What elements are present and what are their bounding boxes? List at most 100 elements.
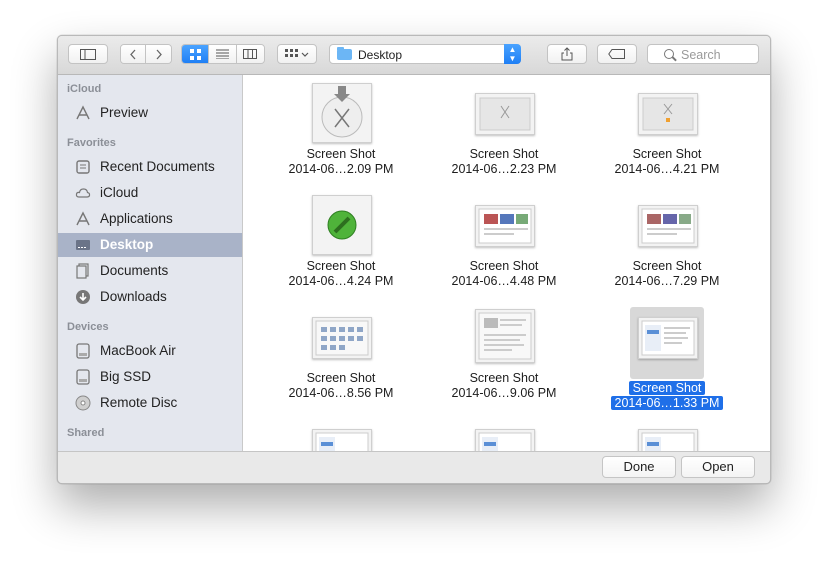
file-name: Screen Shot 2014-06…8.56 PM — [288, 371, 394, 400]
screenshot-thumbnail — [638, 205, 698, 247]
sidebar-item-documents[interactable]: Documents — [58, 259, 242, 283]
applications-icon — [75, 211, 91, 227]
done-button[interactable]: Done — [602, 456, 676, 478]
dialog-button-bar: Done Open — [58, 451, 770, 483]
sidebar-item-label: Documents — [100, 263, 169, 278]
arrange-button[interactable] — [277, 44, 317, 64]
disk-icon — [75, 369, 91, 385]
back-button[interactable] — [121, 45, 147, 63]
screenshot-thumbnail — [475, 93, 535, 135]
icon-view-button[interactable] — [182, 45, 210, 63]
path-popup[interactable]: Desktop ▲ ▼ — [329, 44, 521, 64]
sidebar-item-label: Preview — [100, 105, 149, 120]
open-file-dialog: Desktop ▲ ▼ Search iCloud Preview Favorit… — [57, 35, 771, 484]
file-item-selected[interactable]: Screen Shot 2014-06…1.33 PM — [592, 307, 742, 419]
folder-icon — [337, 47, 352, 60]
documents-icon — [75, 263, 91, 279]
file-name: Screen Shot 2014-06…7.29 PM — [614, 259, 720, 288]
path-folder-label: Desktop — [358, 48, 403, 62]
tag-icon — [608, 49, 625, 59]
chevron-left-icon — [130, 49, 136, 59]
sidebar-section-devices: Devices — [67, 321, 109, 333]
screenshot-thumbnail — [312, 317, 372, 359]
sidebar-section-favorites: Favorites — [67, 137, 116, 149]
sidebar-item-label: MacBook Air — [100, 343, 176, 358]
open-button[interactable]: Open — [681, 456, 755, 478]
share-icon — [561, 47, 573, 61]
sidebar-item-label: iCloud — [100, 185, 139, 200]
list-view-button[interactable] — [209, 45, 237, 63]
forward-button[interactable] — [146, 45, 171, 63]
file-item[interactable] — [592, 419, 742, 451]
downloads-icon — [75, 289, 91, 305]
file-item[interactable]: Screen Shot 2014-06…4.24 PM — [266, 195, 416, 307]
search-field[interactable]: Search — [647, 44, 759, 64]
file-name: Screen Shot 2014-06…2.23 PM — [451, 147, 557, 176]
disk-icon — [75, 343, 91, 359]
sidebar-item-label: Remote Disc — [100, 395, 178, 410]
file-item[interactable]: Screen Shot 2014-06…4.21 PM — [592, 83, 742, 195]
sidebar-item-downloads[interactable]: Downloads — [58, 285, 242, 309]
sidebar-item-label: Recent Documents — [100, 159, 215, 174]
search-icon — [664, 49, 674, 59]
chevron-right-icon — [156, 49, 162, 59]
sidebar-item-desktop[interactable]: Desktop — [58, 233, 242, 257]
file-name: Screen Shot 2014-06…2.09 PM — [288, 147, 394, 176]
sidebar: iCloud Preview Favorites Recent Document… — [58, 75, 243, 451]
back-forward-control — [120, 44, 172, 64]
file-name: Screen Shot 2014-06…4.48 PM — [451, 259, 557, 288]
disc-icon — [75, 395, 91, 411]
sidebar-item-label: Applications — [100, 211, 173, 226]
screenshot-thumbnail — [475, 205, 535, 247]
view-mode-control — [181, 44, 265, 64]
column-view-button[interactable] — [236, 45, 264, 63]
screenshot-thumbnail — [312, 429, 372, 451]
grid-icon — [189, 48, 201, 60]
file-name-selected: Screen Shot 2014-06…1.33 PM — [592, 381, 742, 411]
list-icon — [216, 49, 230, 59]
screenshot-thumbnail — [475, 309, 535, 363]
screenshot-thumbnail — [638, 429, 698, 451]
recent-documents-icon — [75, 159, 91, 175]
sidebar-item-big-ssd[interactable]: Big SSD — [58, 365, 242, 389]
desktop-icon — [75, 237, 91, 253]
cloud-icon — [75, 185, 91, 201]
file-item[interactable]: Screen Shot 2014-06…9.06 PM — [429, 307, 579, 419]
search-placeholder: Search — [681, 48, 721, 62]
file-item[interactable]: Screen Shot 2014-06…7.29 PM — [592, 195, 742, 307]
sidebar-icon — [80, 48, 96, 60]
up-down-chevron-icon: ▲ ▼ — [504, 44, 521, 64]
arrange-icon — [285, 48, 309, 57]
sidebar-section-icloud: iCloud — [67, 83, 102, 95]
sidebar-item-icloud[interactable]: iCloud — [58, 181, 242, 205]
sidebar-item-label: Big SSD — [100, 369, 152, 384]
installer-thumbnail — [312, 83, 372, 143]
sidebar-item-preview[interactable]: Preview — [58, 101, 242, 125]
file-grid: Screen Shot 2014-06…2.09 PM Screen Shot 20… — [243, 75, 770, 451]
toolbar: Desktop ▲ ▼ Search — [58, 36, 770, 75]
file-item[interactable] — [429, 419, 579, 451]
sidebar-section-shared: Shared — [67, 427, 105, 439]
sidebar-item-recent-documents[interactable]: Recent Documents — [58, 155, 242, 179]
screenshot-thumbnail — [475, 429, 535, 451]
file-name: Screen Shot 2014-06…9.06 PM — [451, 371, 557, 400]
file-item[interactable]: Screen Shot 2014-06…2.09 PM — [266, 83, 416, 195]
sidebar-item-label: Downloads — [100, 289, 167, 304]
sidebar-item-applications[interactable]: Applications — [58, 207, 242, 231]
share-button[interactable] — [547, 44, 587, 64]
file-item[interactable]: Screen Shot 2014-06…2.23 PM — [429, 83, 579, 195]
tags-button[interactable] — [597, 44, 637, 64]
columns-icon — [243, 49, 258, 59]
sidebar-item-label: Desktop — [100, 237, 154, 252]
sidebar-item-macbook-air[interactable]: MacBook Air — [58, 339, 242, 363]
screenshot-thumbnail — [638, 93, 698, 135]
file-item[interactable] — [266, 419, 416, 451]
sidebar-toggle-button[interactable] — [68, 44, 108, 64]
screenshot-thumbnail — [638, 317, 698, 359]
file-name: Screen Shot 2014-06…4.24 PM — [288, 259, 394, 288]
green-app-thumbnail — [312, 195, 372, 255]
apps-icon — [75, 105, 91, 121]
sidebar-item-remote-disc[interactable]: Remote Disc — [58, 391, 242, 415]
file-item[interactable]: Screen Shot 2014-06…8.56 PM — [266, 307, 416, 419]
file-item[interactable]: Screen Shot 2014-06…4.48 PM — [429, 195, 579, 307]
